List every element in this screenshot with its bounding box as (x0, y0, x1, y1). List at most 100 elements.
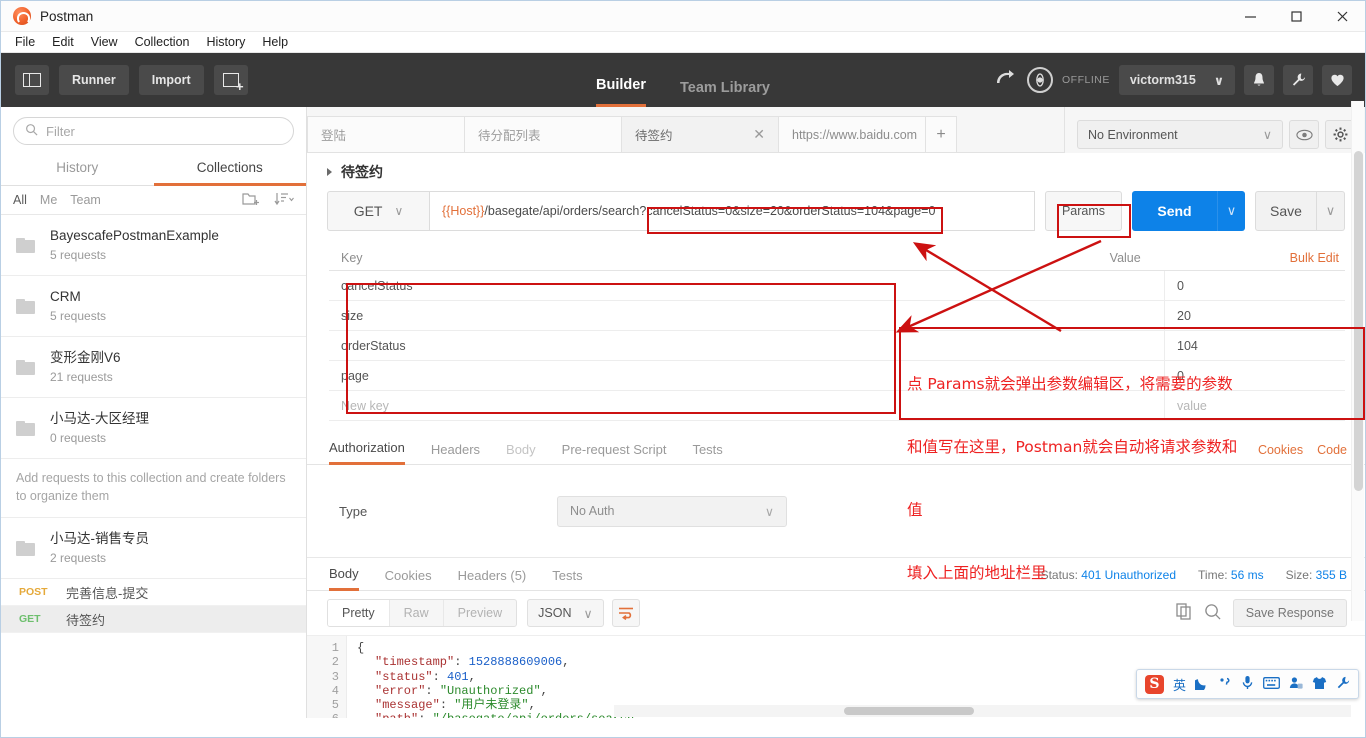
tab-response-body[interactable]: Body (329, 566, 359, 591)
user-menu[interactable]: victorm315 ∨ (1118, 65, 1235, 95)
collection-count: 5 requests (50, 308, 107, 323)
tab-team-library[interactable]: Team Library (680, 80, 770, 107)
scrollbar-thumb[interactable] (844, 707, 974, 715)
collection-item[interactable]: 小马达-大区经理 0 requests (1, 398, 306, 459)
environment-quick-look-button[interactable] (1289, 120, 1319, 149)
param-value[interactable]: 0 (1165, 279, 1345, 293)
collection-item[interactable]: CRM 5 requests (1, 276, 306, 337)
environment-select[interactable]: No Environment ∨ (1077, 120, 1283, 149)
chevron-down-icon: ∨ (583, 606, 593, 621)
request-item-post[interactable]: POST 完善信息-提交 (1, 579, 306, 607)
toggle-sidebar-button[interactable] (15, 65, 49, 95)
runner-button[interactable]: Runner (59, 65, 129, 95)
scope-all[interactable]: All (13, 193, 27, 207)
request-item-get[interactable]: GET 待签约 (1, 606, 306, 634)
network-status-icon[interactable] (1026, 67, 1053, 93)
close-icon[interactable] (1319, 1, 1365, 32)
collection-count: 5 requests (50, 247, 107, 262)
menu-item-file[interactable]: File (15, 35, 35, 49)
save-options-chevron-icon[interactable]: ∨ (1317, 191, 1345, 231)
horizontal-scrollbar[interactable] (614, 705, 1351, 717)
save-response-button[interactable]: Save Response (1232, 599, 1347, 627)
send-options-chevron-icon[interactable]: ∨ (1217, 191, 1245, 231)
menu-item-edit[interactable]: Edit (52, 35, 74, 49)
moon-icon[interactable] (1192, 676, 1209, 693)
send-button[interactable]: Send (1132, 191, 1217, 231)
chevron-right-icon[interactable] (327, 168, 332, 176)
add-request-tab-button[interactable]: + (925, 116, 957, 152)
punctuation-icon[interactable] (1218, 676, 1232, 693)
request-tab[interactable]: 登陆 (307, 116, 465, 152)
skin-icon[interactable] (1312, 676, 1327, 693)
favorites-button[interactable] (1322, 65, 1352, 95)
import-button[interactable]: Import (138, 65, 204, 95)
save-button[interactable]: Save (1255, 191, 1317, 231)
sogou-logo-icon[interactable]: S (1144, 674, 1164, 694)
collection-item[interactable]: 变形金刚V6 21 requests (1, 337, 306, 398)
settings-wrench-button[interactable] (1283, 65, 1313, 95)
wrap-lines-button[interactable] (611, 599, 640, 627)
wrench-icon[interactable] (1336, 676, 1350, 693)
new-tab-button[interactable] (213, 65, 248, 95)
menu-item-help[interactable]: Help (262, 35, 288, 49)
http-method-select[interactable]: GET ∨ (327, 191, 430, 231)
view-pretty[interactable]: Pretty (328, 600, 390, 626)
scrollbar-thumb[interactable] (1354, 151, 1363, 491)
tab-authorization[interactable]: Authorization (329, 440, 405, 465)
view-raw[interactable]: Raw (390, 600, 444, 626)
cookies-link[interactable]: Cookies (1258, 443, 1303, 457)
collection-item[interactable]: 小马达-销售专员 2 requests (1, 518, 306, 580)
request-tab[interactable]: 待分配列表 (464, 116, 622, 152)
keyboard-icon[interactable] (1263, 676, 1280, 692)
tab-response-headers[interactable]: Headers (5) (458, 568, 527, 590)
ime-toolbar[interactable]: S 英 (1135, 669, 1359, 699)
table-row[interactable]: cancelStatus 0 (329, 270, 1345, 301)
table-row[interactable]: size 20 (329, 300, 1345, 331)
param-key[interactable]: size (329, 300, 1165, 331)
sidebar-tab-history[interactable]: History (1, 153, 154, 185)
sort-icon[interactable] (274, 192, 294, 209)
search-input[interactable] (46, 123, 282, 139)
menu-item-view[interactable]: View (91, 35, 118, 49)
tab-pre-request-script[interactable]: Pre-request Script (562, 442, 667, 464)
new-folder-icon[interactable] (242, 191, 260, 209)
auth-type-select[interactable]: No Auth ∨ (557, 495, 787, 527)
sync-icon[interactable] (992, 66, 1018, 95)
microphone-icon[interactable] (1241, 675, 1254, 693)
notifications-button[interactable] (1244, 65, 1274, 95)
chevron-down-icon: ∨ (394, 204, 404, 218)
view-preview[interactable]: Preview (444, 600, 516, 626)
minimize-icon[interactable] (1227, 1, 1273, 32)
tab-response-cookies[interactable]: Cookies (385, 568, 432, 590)
request-tab[interactable]: https://www.baidu.com (778, 116, 926, 152)
param-value[interactable]: 20 (1165, 309, 1345, 323)
param-key[interactable]: cancelStatus (329, 270, 1165, 301)
response-format-select[interactable]: JSON ∨ (527, 599, 604, 627)
tab-builder[interactable]: Builder (596, 77, 646, 107)
params-button[interactable]: Params (1045, 191, 1122, 231)
collections-list: BayescafePostmanExample 5 requests CRM 5… (1, 215, 306, 718)
collection-item[interactable]: BayescafePostmanExample 5 requests (1, 215, 306, 276)
tab-tests[interactable]: Tests (692, 442, 722, 464)
request-tab-active[interactable]: 待签约 ✕ (621, 116, 779, 152)
vertical-scrollbar[interactable] (1351, 101, 1364, 621)
line-number: 4 (331, 683, 339, 698)
ime-mode-label[interactable]: 英 (1173, 675, 1186, 694)
user-icon[interactable] (1289, 676, 1303, 693)
menu-item-collection[interactable]: Collection (135, 35, 190, 49)
filter-area (1, 107, 306, 153)
code-link[interactable]: Code (1317, 443, 1347, 457)
tab-response-tests[interactable]: Tests (552, 568, 582, 590)
scope-me[interactable]: Me (40, 193, 57, 207)
sidebar-tab-collections[interactable]: Collections (153, 153, 306, 186)
filter-box[interactable] (13, 117, 294, 145)
maximize-icon[interactable] (1273, 1, 1319, 32)
url-input[interactable]: {{Host}}/basegate/api/orders/search ?canc… (430, 191, 1035, 231)
tab-headers[interactable]: Headers (431, 442, 480, 464)
bulk-edit-link[interactable]: Bulk Edit (1290, 251, 1345, 265)
request-tab-label: 待分配列表 (478, 129, 541, 143)
menu-item-history[interactable]: History (206, 35, 245, 49)
scope-team[interactable]: Team (70, 193, 101, 207)
close-tab-icon[interactable]: ✕ (753, 126, 765, 143)
tab-body[interactable]: Body (506, 442, 536, 464)
